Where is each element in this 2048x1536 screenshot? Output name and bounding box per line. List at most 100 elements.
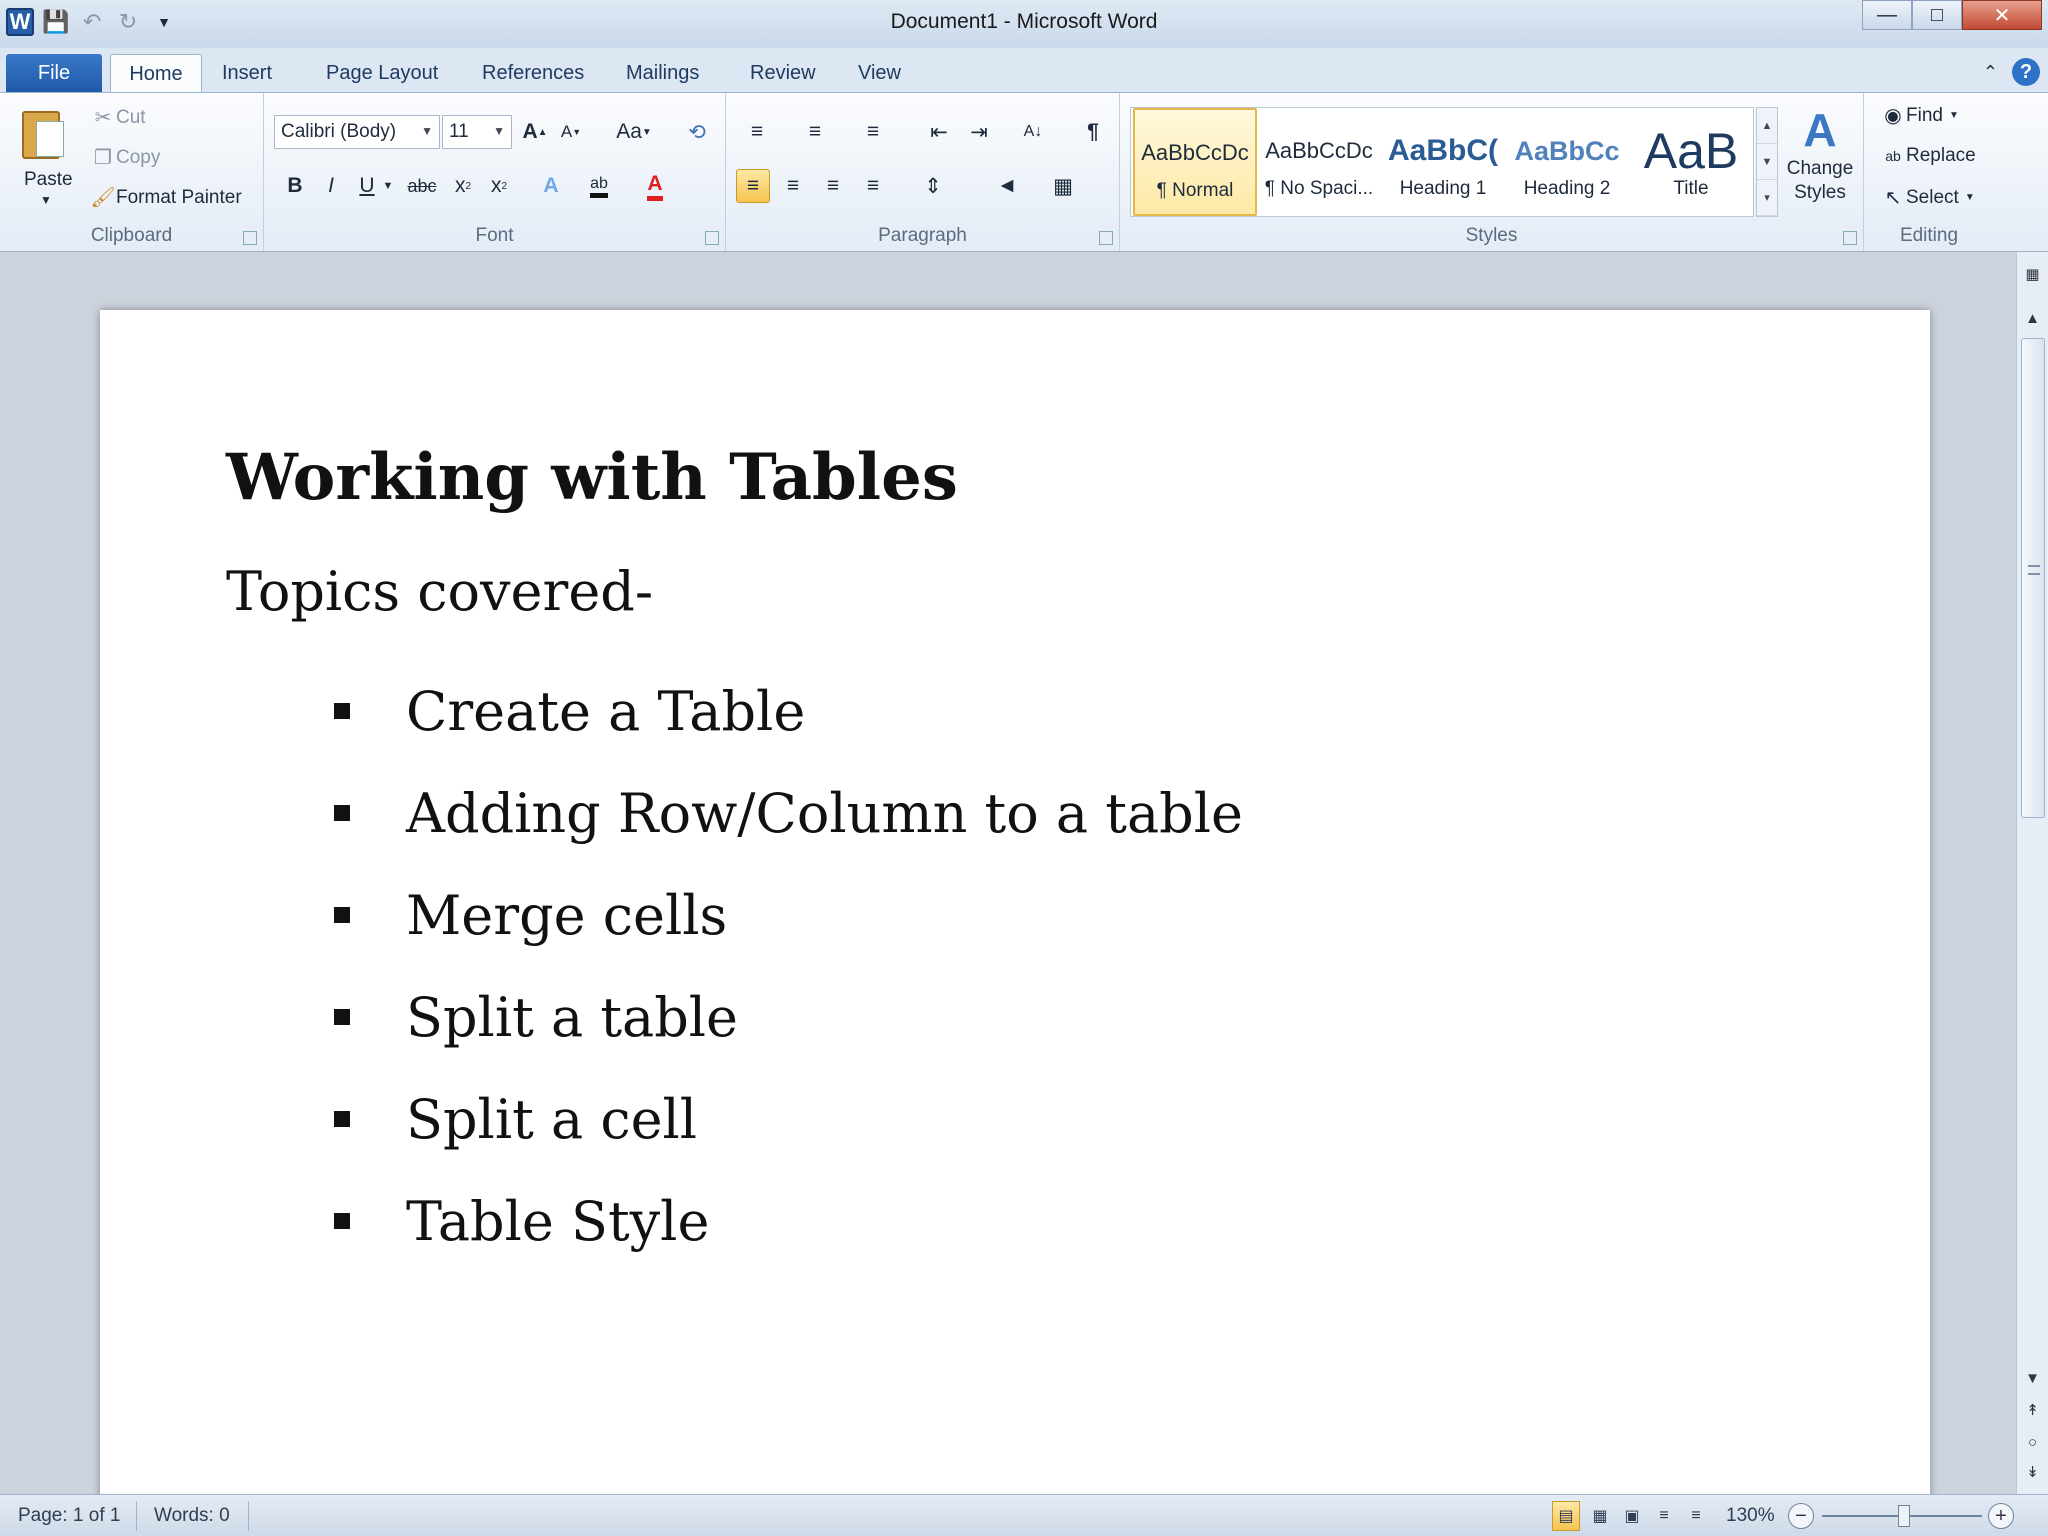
style-name: Heading 1 xyxy=(1399,178,1487,199)
clipboard-dialog-launcher-icon[interactable] xyxy=(243,231,257,245)
align-left-icon[interactable]: ≡ xyxy=(736,169,770,203)
tab-mailings[interactable]: Mailings xyxy=(626,54,699,92)
multilevel-list-icon[interactable]: ≡ xyxy=(856,115,890,149)
style-normal[interactable]: AaBbCcDc ¶ Normal xyxy=(1133,108,1257,216)
ribbon: Paste ▼ ✂ Cut ❐ Copy 🖌 Format Painter Cl… xyxy=(0,92,2048,252)
document-page[interactable]: Working with Tables Topics covered- Crea… xyxy=(100,310,1930,1494)
line-spacing-icon[interactable]: ⇕ xyxy=(916,169,950,203)
align-center-icon[interactable]: ≡ xyxy=(776,169,810,203)
style-name: Title xyxy=(1673,178,1709,199)
italic-icon[interactable]: I xyxy=(314,169,348,203)
zoom-slider-thumb[interactable] xyxy=(1898,1505,1910,1527)
previous-page-icon[interactable]: ↟ xyxy=(2017,1396,2048,1424)
bold-icon[interactable]: B xyxy=(278,169,312,203)
style-name: ¶ Normal xyxy=(1156,180,1234,201)
tab-view[interactable]: View xyxy=(858,54,901,92)
clear-formatting-icon[interactable]: ⟲ xyxy=(680,115,714,149)
help-icon[interactable]: ? xyxy=(2012,58,2040,86)
bullet-icon xyxy=(334,805,350,821)
cursor-arrow-icon: ↖ xyxy=(1884,187,1902,209)
outline-icon[interactable]: ≡ xyxy=(1650,1501,1678,1531)
subscript-icon[interactable]: x2 xyxy=(446,169,480,203)
paragraph-dialog-launcher-icon[interactable] xyxy=(1099,231,1113,245)
replace-button[interactable]: ab Replace xyxy=(1880,145,1976,167)
scroll-down-icon[interactable]: ▼ xyxy=(2017,1364,2048,1392)
tab-review[interactable]: Review xyxy=(750,54,816,92)
tab-references[interactable]: References xyxy=(482,54,584,92)
scissors-icon: ✂ xyxy=(94,107,112,129)
maximize-button[interactable]: □ xyxy=(1912,0,1962,30)
close-button[interactable]: ✕ xyxy=(1962,0,2042,30)
copy-button[interactable]: ❐ Copy xyxy=(90,145,160,170)
vertical-scrollbar[interactable]: ▦ ▲ ▼ ↟ ○ ↡ xyxy=(2016,252,2048,1494)
tab-insert[interactable]: Insert xyxy=(222,54,272,92)
tab-file[interactable]: File xyxy=(6,54,102,92)
numbering-icon[interactable]: ≡ xyxy=(798,115,832,149)
tab-page-layout[interactable]: Page Layout xyxy=(326,54,438,92)
full-screen-reading-icon[interactable]: ▦ xyxy=(1586,1501,1614,1531)
tab-home[interactable]: Home xyxy=(110,54,202,93)
text-effects-icon[interactable]: A xyxy=(534,169,568,203)
scroll-up-icon[interactable]: ▲ xyxy=(2017,304,2048,332)
shading-icon[interactable]: ◄ xyxy=(990,169,1024,203)
highlight-icon[interactable]: ab xyxy=(582,169,616,203)
decrease-indent-icon[interactable]: ⇤ xyxy=(922,115,956,149)
browse-object-icon[interactable]: ○ xyxy=(2017,1428,2048,1456)
style-title[interactable]: AaB Title xyxy=(1629,108,1753,216)
grow-font-icon[interactable]: A ▲ xyxy=(518,115,552,149)
font-size-value: 11 xyxy=(449,121,469,142)
gallery-up-icon[interactable]: ▲ xyxy=(1757,108,1777,144)
format-painter-button[interactable]: 🖌 Format Painter xyxy=(90,185,241,210)
style-preview: AaBbCcDc xyxy=(1141,140,1249,165)
paste-button[interactable]: Paste xyxy=(24,169,73,191)
justify-icon[interactable]: ≡ xyxy=(856,169,890,203)
change-styles-button[interactable]: A Change Styles xyxy=(1784,103,1856,205)
bullets-icon[interactable]: ≡ xyxy=(740,115,774,149)
shrink-font-icon[interactable]: A ▼ xyxy=(554,115,588,149)
style-no-spacing[interactable]: AaBbCcDc ¶ No Spaci... xyxy=(1257,108,1381,216)
styles-dialog-launcher-icon[interactable] xyxy=(1843,231,1857,245)
print-layout-icon[interactable]: ▤ xyxy=(1552,1501,1580,1531)
show-hide-paragraph-icon[interactable]: ¶ xyxy=(1076,115,1110,149)
increase-indent-icon[interactable]: ⇥ xyxy=(962,115,996,149)
draft-icon[interactable]: ≡ xyxy=(1682,1501,1710,1531)
superscript-icon[interactable]: x2 xyxy=(482,169,516,203)
change-case-icon[interactable]: Aa ▼ xyxy=(610,115,658,149)
find-button[interactable]: ◉ Find ▼ xyxy=(1880,103,1959,128)
minimize-button[interactable]: — xyxy=(1862,0,1912,30)
web-layout-icon[interactable]: ▣ xyxy=(1618,1501,1646,1531)
gallery-more-icon[interactable]: ▾ xyxy=(1757,180,1777,216)
page-count[interactable]: Page: 1 of 1 xyxy=(18,1505,120,1527)
align-right-icon[interactable]: ≡ xyxy=(816,169,850,203)
font-dialog-launcher-icon[interactable] xyxy=(705,231,719,245)
font-name-combo[interactable]: Calibri (Body) ▼ xyxy=(274,115,440,149)
word-count[interactable]: Words: 0 xyxy=(154,1505,230,1527)
scroll-thumb[interactable] xyxy=(2021,338,2045,818)
chevron-down-icon[interactable]: ▼ xyxy=(378,169,398,203)
list-item-text: Split a cell xyxy=(406,1087,698,1151)
change-styles-label-2: Styles xyxy=(1794,182,1846,203)
gallery-down-icon[interactable]: ▼ xyxy=(1757,144,1777,180)
style-heading-2[interactable]: AaBbCc Heading 2 xyxy=(1505,108,1629,216)
minimize-ribbon-icon[interactable]: ⌃ xyxy=(1983,62,1998,83)
zoom-out-icon[interactable]: − xyxy=(1788,1503,1814,1529)
zoom-level[interactable]: 130% xyxy=(1726,1505,1775,1527)
cut-button[interactable]: ✂ Cut xyxy=(90,105,146,130)
ruler-toggle-icon[interactable]: ▦ xyxy=(2017,260,2048,288)
borders-icon[interactable]: ▦ xyxy=(1046,169,1080,203)
style-heading-1[interactable]: AaBbC( Heading 1 xyxy=(1381,108,1505,216)
paste-dropdown-icon[interactable]: ▼ xyxy=(40,193,52,207)
font-name-value: Calibri (Body) xyxy=(281,121,397,142)
sort-icon[interactable]: A↓ xyxy=(1016,115,1050,149)
zoom-in-icon[interactable]: + xyxy=(1988,1503,2014,1529)
select-button[interactable]: ↖ Select ▼ xyxy=(1880,185,1975,210)
font-color-icon[interactable]: A xyxy=(638,169,672,203)
style-preview: AaBbCcDc xyxy=(1265,138,1373,163)
document-heading: Working with Tables xyxy=(226,440,958,515)
bullet-icon xyxy=(334,1009,350,1025)
font-size-combo[interactable]: 11 ▼ xyxy=(442,115,512,149)
font-group: Calibri (Body) ▼ 11 ▼ A ▲ A ▼ Aa ▼ ⟲ B I U ▼ … xyxy=(264,93,726,251)
next-page-icon[interactable]: ↡ xyxy=(2017,1458,2048,1486)
strikethrough-icon[interactable]: abc xyxy=(402,169,442,203)
paste-icon[interactable] xyxy=(22,105,66,159)
